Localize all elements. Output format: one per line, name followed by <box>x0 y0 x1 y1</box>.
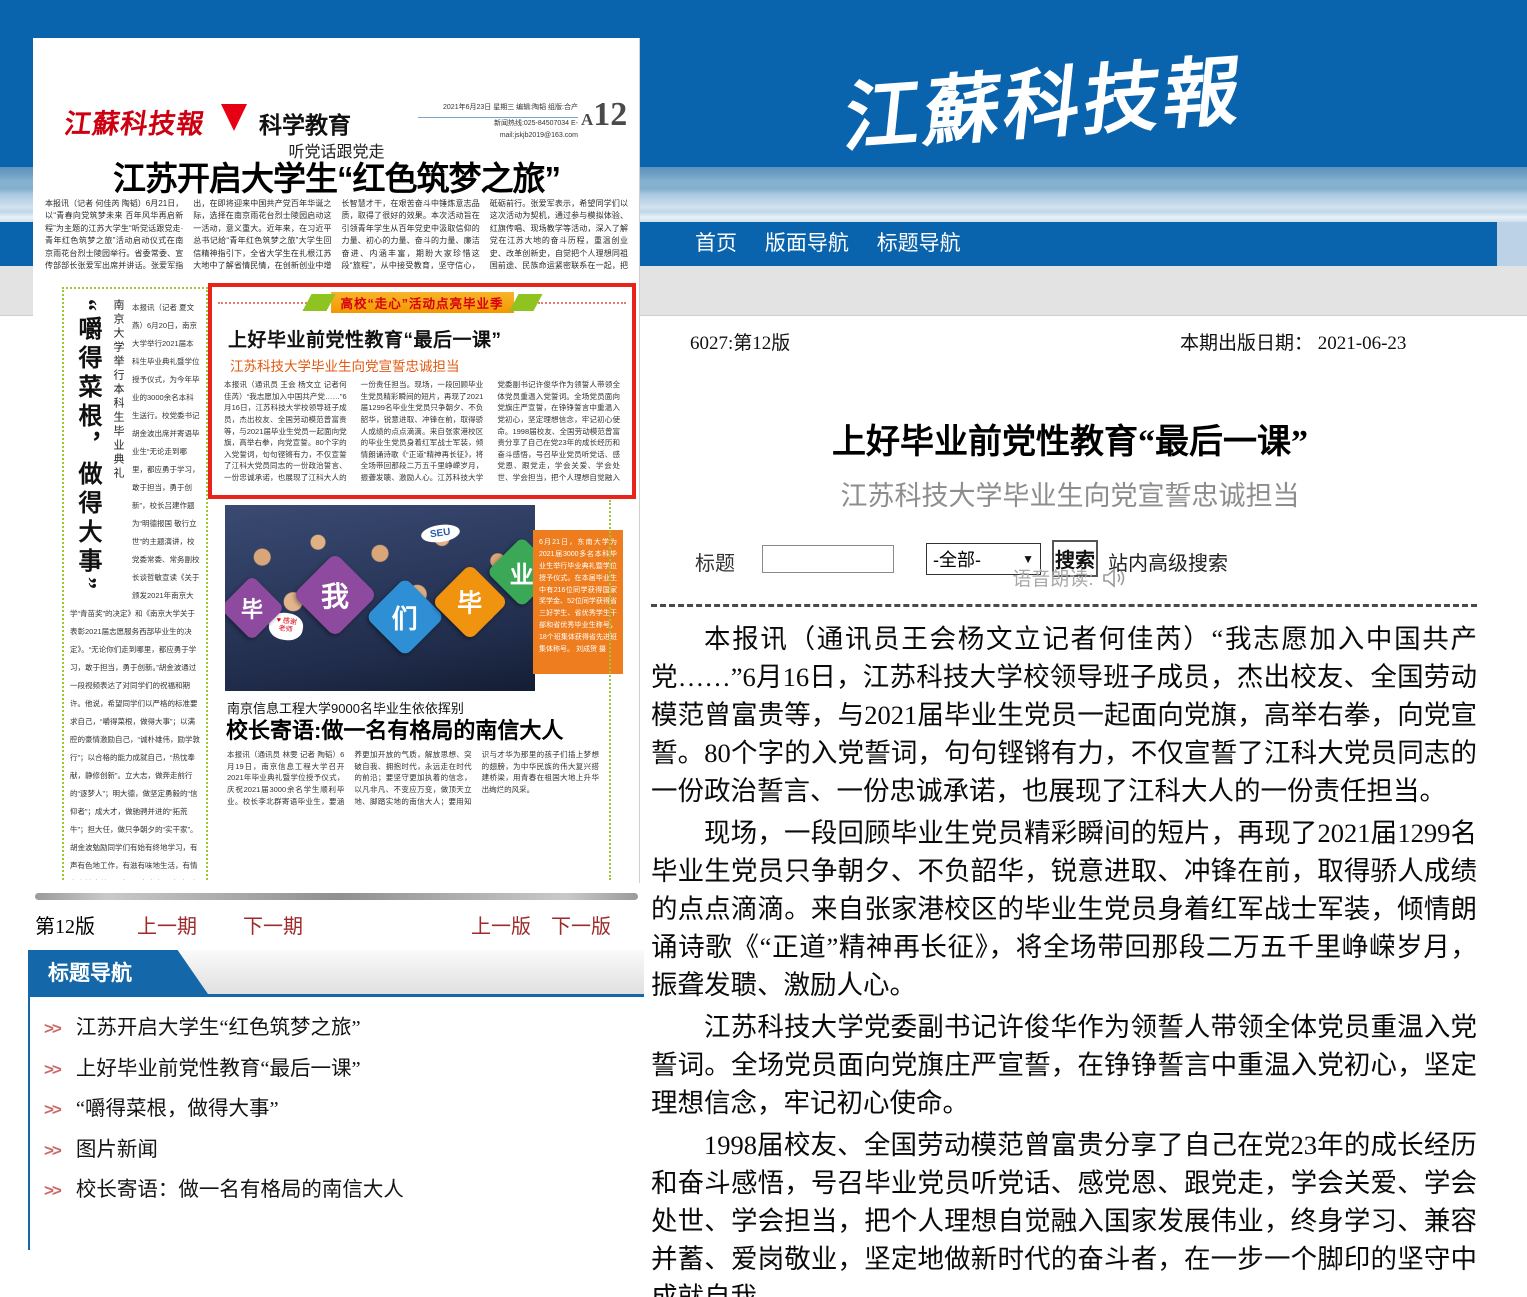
newspaper-page-number: A12 <box>581 96 627 134</box>
left-story-side-title: 南京大学举行本科生毕业典礼 <box>110 299 126 589</box>
bottom-story-body: 本报讯（通讯员 林雯 记者 陶韬）6月19日，南京信息工程大学召开2021年毕业… <box>227 749 599 877</box>
issue-number: 6027:第12版 <box>690 328 790 355</box>
prev-page-link[interactable]: 上一版 <box>471 910 531 939</box>
left-story-titles: “嚼得菜根，做得大事” 南京大学举行本科生毕业典礼 <box>70 297 132 597</box>
seu-badge: SEU <box>420 522 461 544</box>
page: 江蘇科技報 首页 版面导航 标题导航 标题 -全部- ▼ 搜索 站内高级搜索 6… <box>0 0 1527 1297</box>
current-page-label: 第12版 <box>35 910 95 939</box>
grad-sign: 们 <box>365 577 444 656</box>
redbox-banner-label: 高校“走心”活动点亮毕业季 <box>331 292 514 313</box>
horizontal-divider <box>35 893 638 900</box>
top-story-body: 本报讯（记者 何佳芮 陶韬）6月21日，以“青春向党筑梦未来 百年风华再启新程”… <box>45 198 628 284</box>
chevrons-icon: >> <box>44 1019 60 1038</box>
publish-date-label: 本期出版日期： <box>1180 333 1313 354</box>
nav-home[interactable]: 首页 <box>695 232 737 255</box>
dotted-rule <box>538 302 627 304</box>
chevrons-icon: >> <box>44 1141 60 1160</box>
tts-row: 语音朗读: <box>650 564 1490 591</box>
publish-date: 本期出版日期： 2021-06-23 <box>1180 328 1406 355</box>
title-nav-item[interactable]: >>图片新闻 <box>30 1131 644 1172</box>
dashed-separator <box>651 604 1477 607</box>
highlighted-article-box[interactable]: 高校“走心”活动点亮毕业季 上好毕业前党性教育“最后一课” 江苏科技大学毕业生向… <box>208 283 636 499</box>
chevrons-icon: >> <box>44 1060 60 1079</box>
article-subtitle: 江苏科技大学毕业生向党宣誓忠诚担当 <box>650 474 1490 513</box>
title-nav-item[interactable]: >>“嚼得菜根，做得大事” <box>30 1090 644 1131</box>
title-nav-item[interactable]: >>上好毕业前党性教育“最后一课” <box>30 1050 644 1091</box>
redbox-banner: 高校“走心”活动点亮毕业季 <box>218 292 626 313</box>
title-nav-section: 标题导航 >>江苏开启大学生“红色筑梦之旅” >>上好毕业前党性教育“最后一课”… <box>28 950 644 1250</box>
tts-label: 语音朗读: <box>1012 569 1093 590</box>
redbox-subtitle: 江苏科技大学毕业生向党宣誓忠诚担当 <box>230 355 460 375</box>
article-title: 上好毕业前党性教育“最后一课” <box>650 414 1490 463</box>
left-story-title: “嚼得菜根，做得大事” <box>70 299 105 595</box>
prev-issue-link[interactable]: 上一期 <box>137 910 197 939</box>
title-nav-item[interactable]: >>江苏开启大学生“红色筑梦之旅” <box>30 1009 644 1050</box>
title-nav-item[interactable]: >>校长寄语：做一名有格局的南信大人 <box>30 1171 644 1212</box>
chevrons-icon: >> <box>44 1181 60 1200</box>
nav-title-guide[interactable]: 标题导航 <box>877 232 961 255</box>
grad-sign: 我 <box>293 553 378 638</box>
speaker-icon[interactable] <box>1102 567 1128 589</box>
green-dotted-rule <box>609 500 611 880</box>
article-paragraph: 现场，一段回顾毕业生党员精彩瞬间的短片，再现了2021届1299名毕业生党员只争… <box>651 814 1477 1004</box>
bottom-story-headline: 校长寄语:做一名有格局的南信大人 <box>226 713 563 745</box>
dotted-rule <box>218 302 307 304</box>
publish-date-value: 2021-06-23 <box>1318 333 1407 354</box>
top-story-headline: 江苏开启大学生“红色筑梦之旅” <box>33 152 640 200</box>
next-page-link[interactable]: 下一版 <box>551 910 611 939</box>
graduation-photo: SEU ♥ 感谢老师 毕 我 们 毕 业 <box>225 505 535 691</box>
redbox-body: 本报讯（通讯员 王会 杨文立 记者何佳芮）“我志愿加入中国共产党……”6月16日… <box>224 379 620 489</box>
newspaper-page-image[interactable]: 江蘇科技報 科学教育 2021年6月23日 星期三 编辑:陶韬 组版:合产 新闻… <box>33 38 640 883</box>
article-body: 本报讯（通讯员王会杨文立记者何佳芮）“我志愿加入中国共产党……”6月16日，江苏… <box>651 620 1477 1297</box>
newspaper-meta: 2021年6月23日 星期三 编辑:陶韬 组版:合产 新闻热线:025-8450… <box>418 102 578 143</box>
newspaper-date-line: 2021年6月23日 星期三 编辑:陶韬 组版:合产 <box>418 102 578 118</box>
newspaper-section: 科学教育 <box>259 106 351 140</box>
masthead-triangle-icon <box>221 104 247 131</box>
title-nav-header: 标题导航 <box>30 950 644 997</box>
banner-green-shape <box>509 294 542 311</box>
article-paragraph: 1998届校友、全国劳动模范曾富贵分享了自己在党23年的成长经历和奋斗感悟，号召… <box>651 1126 1477 1297</box>
title-nav-tab: 标题导航 <box>30 950 210 997</box>
newspaper-masthead: 江蘇科技報 <box>62 102 207 141</box>
next-issue-link[interactable]: 下一期 <box>243 910 303 939</box>
chevrons-icon: >> <box>44 1100 60 1119</box>
nav-right-notch <box>1497 222 1527 266</box>
article-paragraph: 本报讯（通讯员王会杨文立记者何佳芮）“我志愿加入中国共产党……”6月16日，江苏… <box>651 620 1477 810</box>
left-story: “嚼得菜根，做得大事” 南京大学举行本科生毕业典礼 本报讯（记者 夏文燕）6月2… <box>62 287 208 880</box>
redbox-title: 上好毕业前党性教育“最后一课” <box>228 325 502 352</box>
title-nav-list: >>江苏开启大学生“红色筑梦之旅” >>上好毕业前党性教育“最后一课” >>“嚼… <box>30 1009 644 1212</box>
nav-page-guide[interactable]: 版面导航 <box>765 232 849 255</box>
article-paragraph: 江苏科技大学党委副书记许俊华作为领誓人带领全体党员重温入党誓词。全场党员面向党旗… <box>651 1008 1477 1122</box>
